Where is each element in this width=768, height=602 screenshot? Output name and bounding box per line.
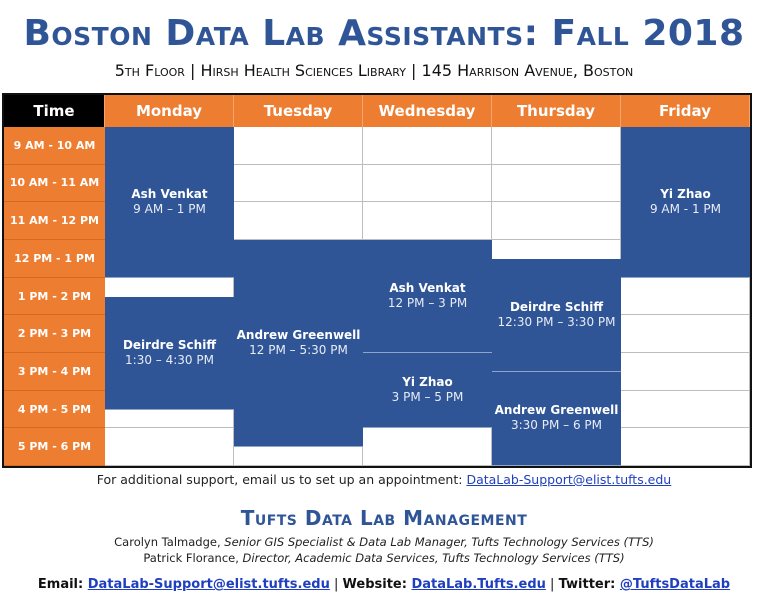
day-header-friday: Friday <box>621 95 750 127</box>
separator: | <box>329 577 343 592</box>
time-slot-label: 3 PM - 4 PM <box>4 353 105 391</box>
time-slot-label: 11 AM - 12 PM <box>4 202 105 240</box>
empty-slot <box>363 164 492 203</box>
empty-slot <box>363 202 492 240</box>
time-slot-label: 9 AM - 10 AM <box>4 127 105 165</box>
day-header-thursday: Thursday <box>492 95 621 127</box>
manager-role: Senior GIS Specialist & Data Lab Manager… <box>224 535 654 549</box>
time-slot-label: 4 PM - 5 PM <box>4 390 105 429</box>
website-label: Website: <box>342 577 412 592</box>
email-label: Email: <box>37 577 88 592</box>
shift-hours: 9 AM – 1 PM <box>133 201 206 216</box>
shift-hours: 3:30 PM – 6 PM <box>510 418 603 433</box>
contact-bar: Email: DataLab-Support@elist.tufts.edu |… <box>0 577 768 592</box>
manager-role: Director, Academic Data Services, Tufts … <box>242 551 625 565</box>
shift-block: Deirdre Schiff 1:30 – 4:30 PM <box>105 296 234 410</box>
time-slot-label: 5 PM - 6 PM <box>4 428 105 467</box>
day-header-tuesday: Tuesday <box>234 95 363 127</box>
location-subtitle: 5th Floor | Hirsh Health Sciences Librar… <box>114 61 634 80</box>
time-slot-label: 2 PM - 3 PM <box>4 315 105 353</box>
empty-slot <box>621 428 750 467</box>
shift-hours: 3 PM – 5 PM <box>391 390 464 405</box>
assistant-name: Yi Zhao <box>402 375 453 390</box>
empty-slot <box>234 127 363 165</box>
schedule-table: Time Monday Tuesday Wednesday Thursday Frida… <box>2 93 752 468</box>
time-slot-label: 10 AM - 11 AM <box>4 164 105 203</box>
email-link[interactable]: DataLab-Support@elist.tufts.edu <box>88 577 330 592</box>
day-header-monday: Monday <box>105 95 234 127</box>
assistant-name: Deirdre Schiff <box>509 299 604 314</box>
shift-block: Deirdre Schiff 12:30 PM – 3:30 PM <box>492 258 621 372</box>
empty-slot <box>492 127 621 165</box>
empty-slot <box>492 202 621 240</box>
manager-line-1: Carolyn Talmadge, Senior GIS Specialist … <box>0 535 768 549</box>
manager-name: Patrick Florance, <box>143 551 243 565</box>
shift-hours: 12:30 PM – 3:30 PM <box>497 314 616 329</box>
shift-hours: 1:30 – 4:30 PM <box>125 352 214 367</box>
empty-slot <box>621 353 750 391</box>
empty-slot <box>363 428 492 467</box>
management-title: Tufts Data Lab Management <box>240 506 528 530</box>
shift-block: Yi Zhao 3 PM – 5 PM <box>363 353 492 429</box>
assistant-name: Andrew Greenwell <box>236 328 361 343</box>
empty-slot <box>363 127 492 165</box>
empty-slot <box>621 390 750 429</box>
empty-slot <box>105 428 234 467</box>
assistant-name: Andrew Greenwell <box>494 403 619 418</box>
manager-line-2: Patrick Florance, Director, Academic Dat… <box>0 551 768 565</box>
shift-hours: 12 PM – 3 PM <box>387 296 468 310</box>
time-column-header: Time <box>4 95 105 127</box>
support-text: For additional support, email us to set … <box>96 472 467 487</box>
empty-slot <box>234 202 363 240</box>
empty-slot <box>621 277 750 316</box>
shift-block: Andrew Greenwell 3:30 PM – 6 PM <box>492 371 621 467</box>
website-link[interactable]: DataLab.Tufts.edu <box>411 577 545 592</box>
separator: | <box>545 577 559 592</box>
assistant-name: Deirdre Schiff <box>122 337 217 352</box>
twitter-label: Twitter: <box>558 577 620 592</box>
page-title: Boston Data Lab Assistants: Fall 2018 <box>23 13 745 54</box>
empty-slot <box>492 164 621 203</box>
day-header-wednesday: Wednesday <box>363 95 492 127</box>
assistant-name: Ash Venkat <box>131 186 208 201</box>
empty-slot <box>621 315 750 353</box>
assistant-name: Ash Venkat <box>389 281 466 295</box>
support-note: For additional support, email us to set … <box>0 472 768 487</box>
manager-name: Carolyn Talmadge, <box>114 535 225 549</box>
support-email-link[interactable]: DataLab-Support@elist.tufts.edu <box>466 472 671 487</box>
empty-slot <box>234 164 363 203</box>
shift-hours: 12 PM – 5:30 PM <box>249 343 348 358</box>
assistant-name: Yi Zhao <box>660 186 711 201</box>
shift-block: Yi Zhao 9 AM - 1 PM <box>621 127 750 278</box>
time-slot-label: 1 PM - 2 PM <box>4 277 105 316</box>
shift-block: Ash Venkat 9 AM – 1 PM <box>105 127 234 278</box>
twitter-link[interactable]: @TuftsDataLab <box>620 577 730 592</box>
shift-block: Ash Venkat 12 PM – 3 PM <box>363 240 492 353</box>
shift-hours: 9 AM - 1 PM <box>649 201 721 216</box>
shift-block: Andrew Greenwell 12 PM – 5:30 PM <box>234 240 363 448</box>
time-slot-label: 12 PM - 1 PM <box>4 240 105 278</box>
